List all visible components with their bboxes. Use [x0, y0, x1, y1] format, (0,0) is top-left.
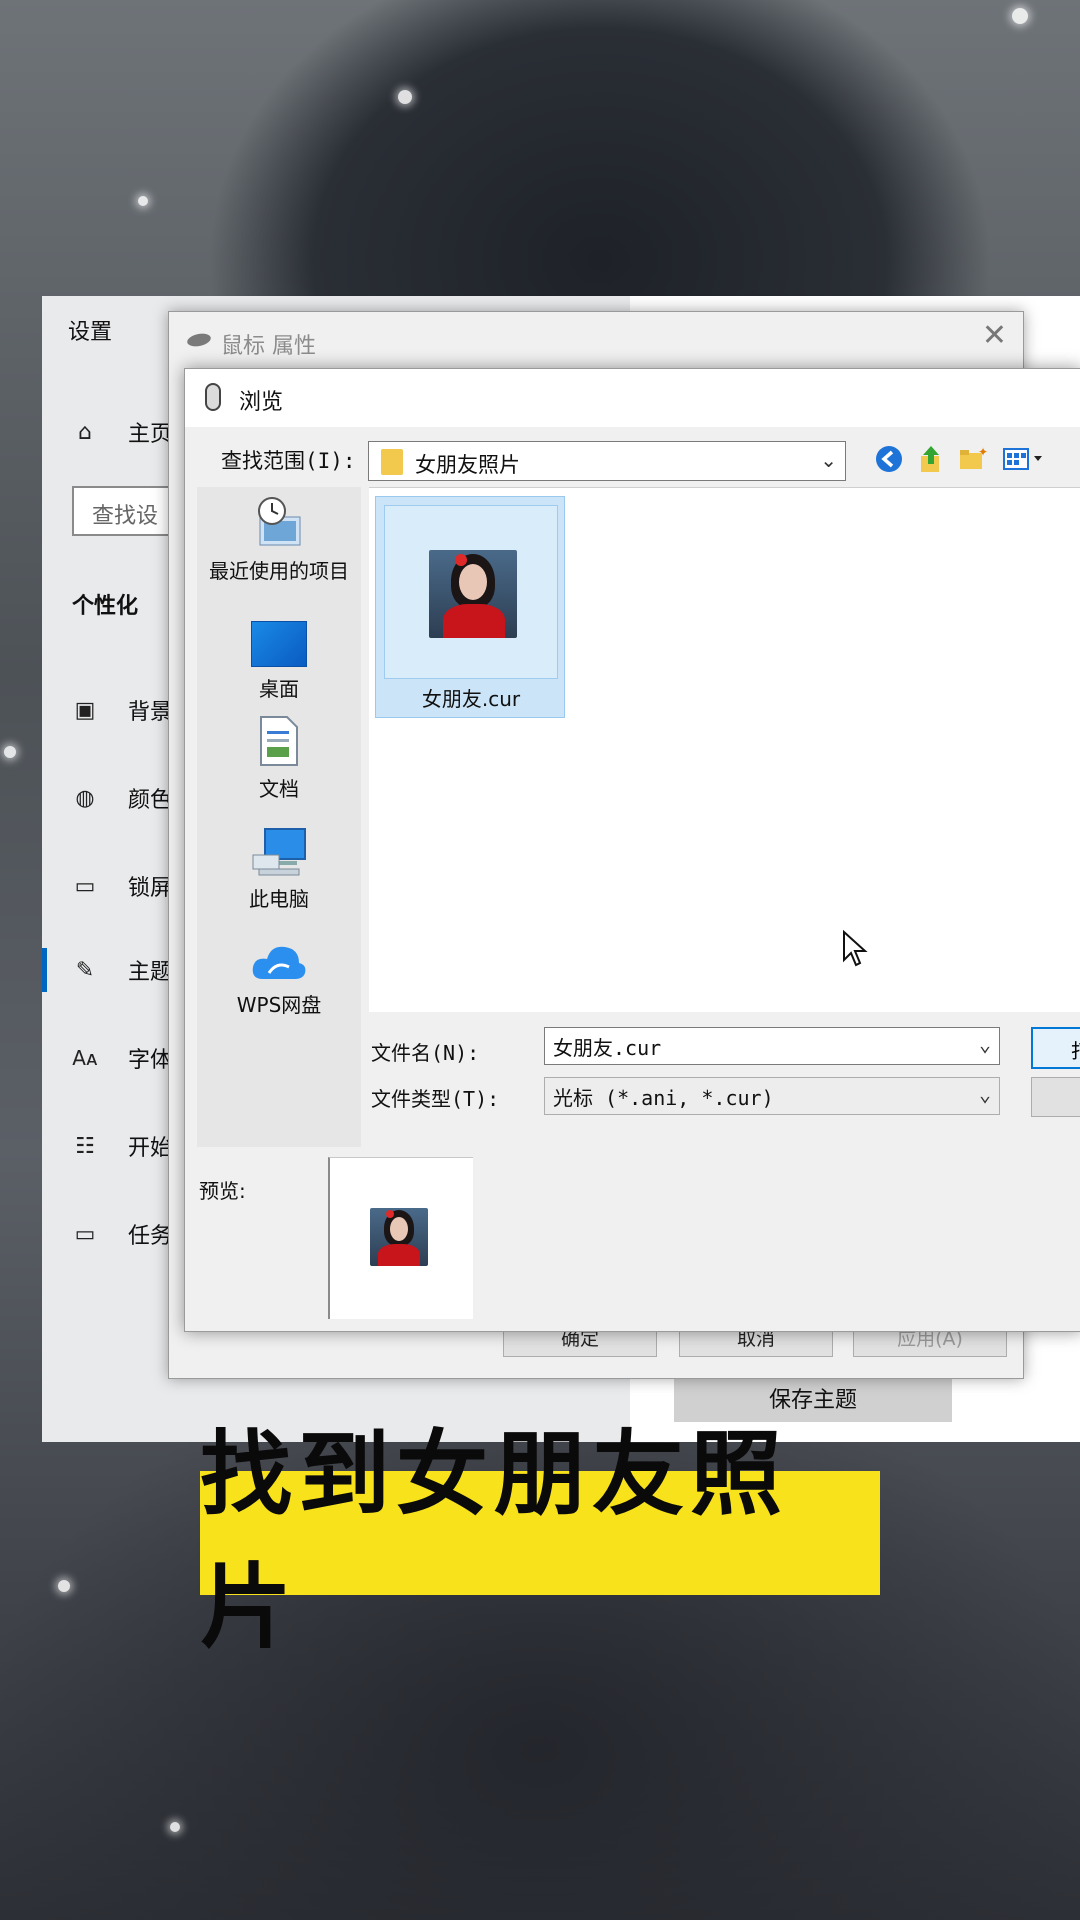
photo-thumbnail — [429, 550, 517, 638]
nav-label: 任务 — [128, 1224, 173, 1249]
lookin-value: 女朋友照片 — [415, 453, 520, 477]
filetype-value: 光标 (*.ani, *.cur) — [553, 1086, 774, 1110]
filename-value: 女朋友.cur — [553, 1036, 662, 1060]
active-indicator — [42, 948, 47, 992]
mouse-cursor-icon — [842, 929, 868, 974]
sparkle — [4, 746, 16, 758]
place-label: 文档 — [259, 777, 299, 801]
documents-icon — [259, 715, 299, 767]
mouse-icon — [205, 383, 221, 411]
nav-label: 主题 — [128, 960, 173, 985]
palette-icon: ◍ — [75, 785, 95, 811]
file-item[interactable]: 女朋友.cur — [375, 496, 565, 718]
place-label: 最近使用的项目 — [209, 559, 349, 583]
place-recent[interactable]: 最近使用的项目 — [197, 495, 361, 584]
wps-cloud-icon — [249, 939, 309, 983]
nav-label: 颜色 — [128, 788, 173, 813]
recent-items-icon — [252, 495, 306, 549]
mouse-icon — [186, 331, 212, 349]
nav-label: 开始 — [128, 1136, 173, 1161]
filetype-label: 文件类型(T): — [371, 1087, 500, 1111]
open-button[interactable]: 打 — [1031, 1027, 1080, 1069]
settings-title: 设置 — [68, 320, 113, 345]
sparkle — [398, 90, 412, 104]
file-list[interactable]: 女朋友.cur — [369, 487, 1080, 1012]
nav-home-label: 主页 — [128, 422, 173, 447]
place-documents[interactable]: 文档 — [197, 715, 361, 802]
sparkle — [138, 196, 148, 206]
place-this-pc[interactable]: 此电脑 — [197, 827, 361, 912]
place-desktop[interactable]: 桌面 — [197, 621, 361, 702]
new-folder-icon[interactable]: ✦ — [957, 443, 989, 475]
view-menu-icon[interactable] — [1001, 443, 1053, 475]
file-name-label: 女朋友.cur — [421, 687, 521, 711]
filetype-select[interactable]: 光标 (*.ani, *.cur) ⌄ — [544, 1077, 1000, 1115]
nav-label: 锁屏 — [128, 876, 173, 901]
sparkle — [170, 1822, 180, 1832]
section-heading: 个性化 — [72, 594, 139, 619]
font-icon: Aᴀ — [72, 1046, 98, 1070]
place-label: 桌面 — [259, 677, 299, 701]
filename-label: 文件名(N): — [371, 1041, 480, 1065]
desktop-icon — [251, 621, 307, 667]
this-pc-icon — [251, 827, 307, 877]
sparkle — [1012, 8, 1028, 24]
lookin-label: 查找范围(I): — [221, 449, 356, 473]
mouse-dialog-title: 鼠标 属性 — [221, 334, 316, 359]
dialog-cancel-button[interactable] — [1031, 1077, 1080, 1117]
nav-lock-screen[interactable]: ▭ 锁屏 — [70, 866, 172, 906]
theme-brush-icon: ✎ — [75, 957, 95, 983]
sparkle — [58, 1580, 70, 1592]
svg-text:✦: ✦ — [978, 445, 988, 459]
picture-icon: ▣ — [74, 697, 96, 723]
nav-colors[interactable]: ◍ 颜色 — [70, 778, 172, 818]
home-icon: ⌂ — [78, 419, 92, 445]
start-grid-icon: ☷ — [75, 1133, 95, 1159]
chevron-down-icon: ⌄ — [978, 1082, 991, 1106]
place-label: 此电脑 — [249, 887, 309, 911]
preview-thumbnail — [370, 1208, 428, 1266]
file-thumbnail — [384, 505, 558, 679]
nav-background[interactable]: ▣ 背景 — [70, 690, 172, 730]
caption-text: 找到女朋友照片 — [200, 1421, 789, 1661]
chevron-down-icon: ⌄ — [978, 1032, 991, 1056]
lock-screen-icon: ▭ — [74, 873, 96, 899]
taskbar-icon: ▭ — [74, 1221, 96, 1247]
preview-label: 预览: — [199, 1179, 246, 1203]
up-folder-icon[interactable] — [915, 443, 947, 475]
browse-dialog: 浏览 查找范围(I): 女朋友照片 ⌄ ✦ 最近使用的项目 桌面 文档 此电脑 … — [184, 368, 1080, 1332]
caption-banner: 找到女朋友照片 — [200, 1421, 880, 1661]
nav-themes[interactable]: ✎ 主题 — [70, 950, 172, 990]
back-icon[interactable] — [873, 443, 905, 475]
nav-label: 字体 — [128, 1048, 173, 1073]
place-label: WPS网盘 — [236, 993, 322, 1017]
nav-start[interactable]: ☷ 开始 — [70, 1126, 172, 1166]
browse-titlebar: 浏览 — [185, 369, 1080, 427]
filename-input[interactable]: 女朋友.cur ⌄ — [544, 1027, 1000, 1065]
place-wps-cloud[interactable]: WPS网盘 — [197, 939, 361, 1018]
close-icon[interactable]: ✕ — [982, 318, 1007, 353]
preview-panel — [328, 1157, 473, 1319]
folder-icon — [381, 449, 403, 475]
nav-taskbar[interactable]: ▭ 任务 — [70, 1214, 172, 1254]
nav-home[interactable]: ⌂ 主页 — [70, 412, 172, 452]
chevron-down-icon: ⌄ — [820, 448, 837, 472]
nav-fonts[interactable]: Aᴀ 字体 — [70, 1038, 172, 1078]
lookin-dropdown[interactable]: 女朋友照片 ⌄ — [368, 441, 846, 481]
nav-label: 背景 — [128, 700, 173, 725]
browse-title: 浏览 — [239, 390, 284, 415]
places-bar: 最近使用的项目 桌面 文档 此电脑 WPS网盘 — [197, 487, 361, 1147]
